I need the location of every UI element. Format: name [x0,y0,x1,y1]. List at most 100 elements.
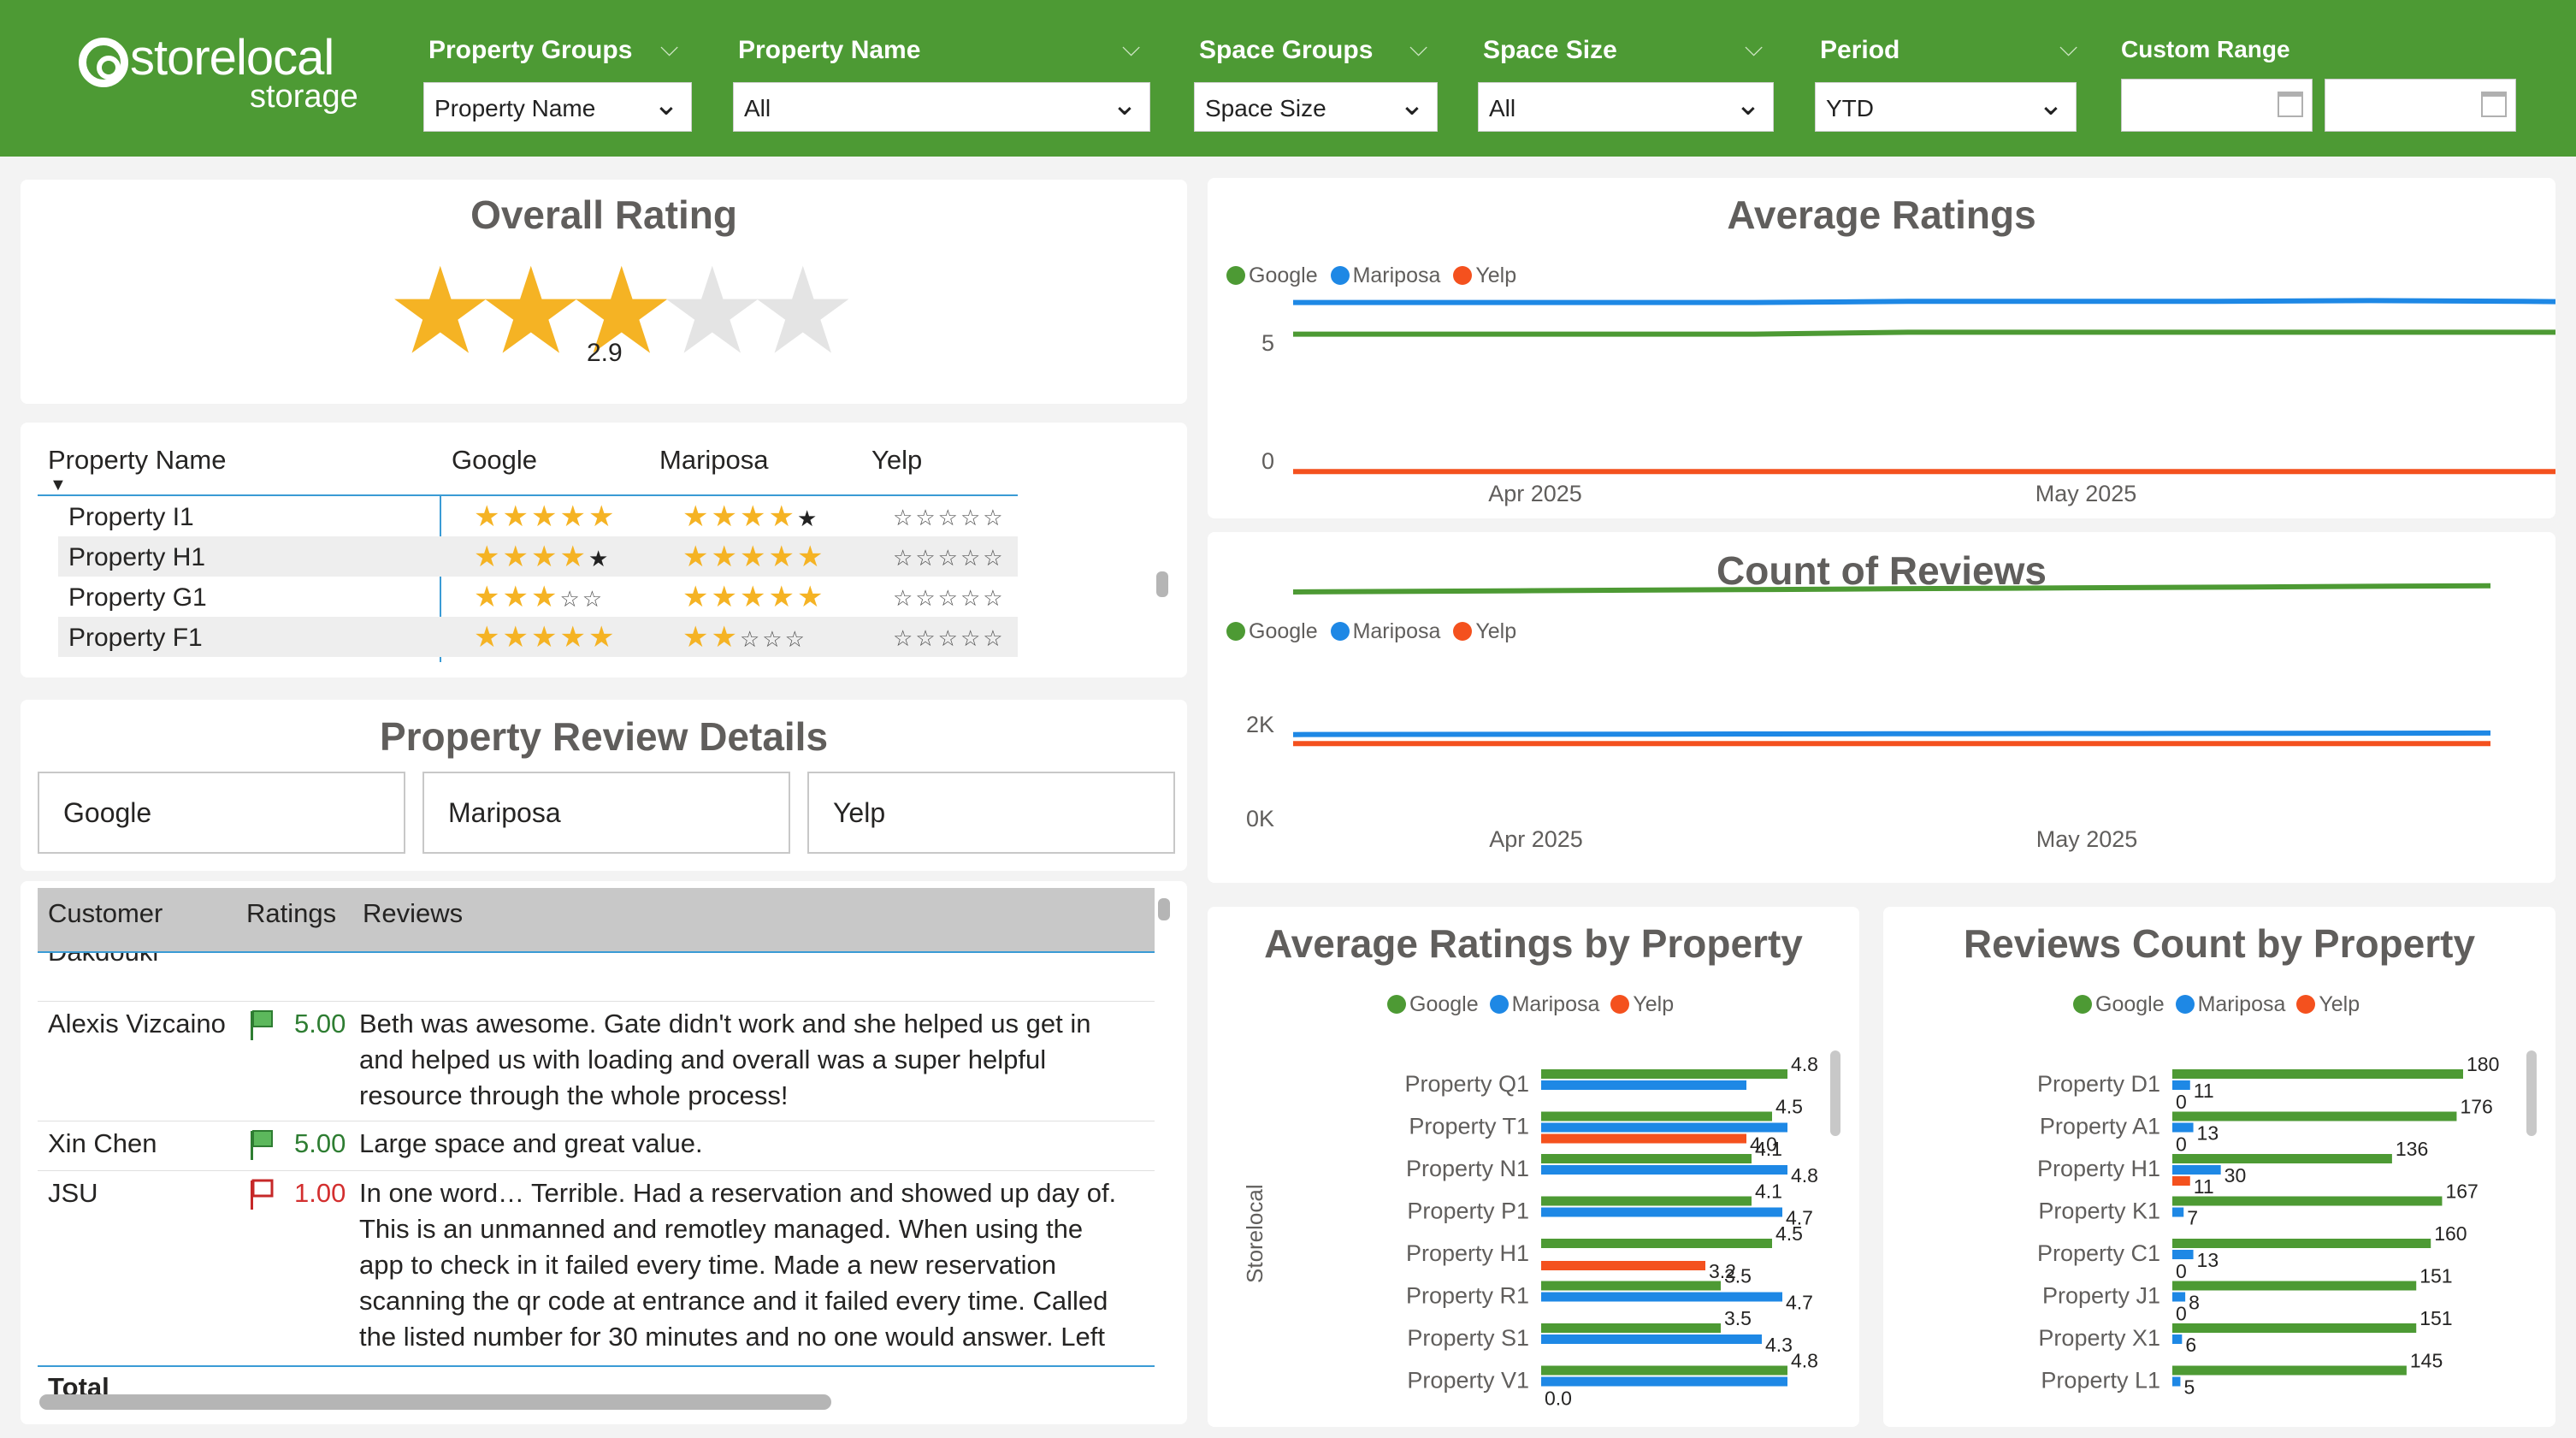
table-scrollbar[interactable] [1156,571,1168,597]
bar-mariposa[interactable] [2172,1080,2190,1090]
y-tick-label: 0 [1261,448,1274,474]
category-label: Property H1 [1406,1240,1529,1266]
column-header-google[interactable]: Google [452,445,537,476]
star-icon: ★ [530,541,560,573]
space-size-dropdown[interactable]: All ⌄ [1478,82,1774,132]
chevron-down-icon[interactable]: ⌵ [660,34,678,62]
review-text: Large space and great value. [359,1128,703,1158]
chevron-down-icon[interactable]: ⌵ [1745,34,1763,62]
star-outline-icon: ☆ [893,505,916,530]
review-grid: Customer Ratings Reviews Dakdouki Alexis… [21,881,1187,1424]
filter-label-property-name: Property Name [738,36,921,64]
chart-scrollbar[interactable] [2526,1050,2537,1136]
bar-google[interactable] [2172,1365,2407,1376]
chevron-down-icon[interactable]: ⌵ [1122,34,1140,62]
bar-mariposa[interactable] [2172,1207,2184,1217]
data-label: 145 [2410,1350,2443,1372]
column-header-yelp[interactable]: Yelp [871,445,922,476]
review-grid-body: Dakdouki Alexis Vizcaino 5.00 Beth was a… [38,953,1155,1367]
dropdown-value: Space Size [1205,95,1326,121]
data-label: 11 [2194,1080,2214,1102]
bar-yelp[interactable] [1541,1133,1746,1144]
column-header-property-name[interactable]: Property Name [48,445,226,476]
bar-mariposa[interactable] [2172,1334,2183,1344]
series-line-mariposa[interactable] [1293,298,2555,305]
source-button-google[interactable]: Google [38,772,405,854]
chevron-down-icon[interactable]: ⌵ [1409,34,1427,62]
bar-google[interactable] [2172,1111,2457,1121]
bar-google[interactable] [1541,1323,1721,1333]
bar-mariposa[interactable] [2172,1122,2194,1133]
column-header-mariposa[interactable]: Mariposa [659,445,769,476]
x-tick-label: Apr 2025 [1488,481,1582,506]
property-name-cell: Property G1 [68,583,207,612]
data-label: 3.5 [1724,1265,1752,1287]
column-header-customer[interactable]: Customer [48,898,162,929]
start-date-input[interactable] [2121,79,2313,132]
data-label: 4.5 [1775,1096,1803,1118]
bar-yelp[interactable] [1541,1261,1705,1270]
table-row[interactable]: Property G1 ★★★☆☆ ★★★★★ ☆☆☆☆☆ [58,577,1018,617]
star-rating-google: ★★★★★ [474,540,611,574]
table-row[interactable]: Property H1 ★★★★★ ★★★★★ ☆☆☆☆☆ [58,536,1018,577]
star-outline-icon: ☆ [784,626,807,652]
star-rating-google: ★★★★★ [474,500,617,534]
column-header-reviews[interactable]: Reviews [363,898,463,929]
reviews-count-by-property-chart: Reviews Count by Property Google Maripos… [1883,907,2555,1427]
bar-mariposa[interactable] [1541,1080,1746,1090]
bar-google[interactable] [2172,1069,2463,1079]
series-line-mariposa[interactable] [1292,730,2491,737]
bar-mariposa[interactable] [1541,1165,1787,1175]
column-header-ratings[interactable]: Ratings [246,898,336,929]
sort-descending-icon[interactable]: ▼ [50,476,67,495]
chart-scrollbar[interactable] [1830,1050,1840,1136]
bar-google[interactable] [2172,1196,2443,1206]
table-row[interactable]: Property I1 ★★★★★ ★★★★★ ☆☆☆☆☆ [58,496,1018,536]
property-name-dropdown[interactable]: All ⌄ [733,82,1150,132]
space-groups-dropdown[interactable]: Space Size ⌄ [1194,82,1438,132]
table-row[interactable]: Property F1 ★★★★★ ★★☆☆☆ ☆☆☆☆☆ [58,617,1018,657]
calendar-icon[interactable] [2278,92,2303,117]
bar-yelp[interactable] [2172,1176,2190,1186]
bar-mariposa[interactable] [2172,1165,2221,1175]
vertical-scrollbar[interactable] [1158,898,1170,920]
bar-google[interactable] [2172,1154,2392,1163]
bar-mariposa[interactable] [1541,1207,1782,1217]
source-button-yelp[interactable]: Yelp [807,772,1175,854]
series-line-google[interactable] [1292,583,2491,595]
source-button-mariposa[interactable]: Mariposa [422,772,790,854]
star-outline-icon: ☆ [915,625,938,651]
bar-google[interactable] [1541,1365,1787,1376]
calendar-icon[interactable] [2481,92,2507,117]
total-divider [38,1365,1155,1367]
bar-google[interactable] [1541,1281,1721,1291]
series-line-google[interactable] [1293,329,2555,337]
bar-google[interactable] [2172,1239,2431,1248]
bar-google[interactable] [1541,1239,1772,1248]
end-date-input[interactable] [2325,79,2516,132]
bar-google[interactable] [1541,1196,1752,1206]
bar-google[interactable] [1541,1154,1752,1163]
property-groups-dropdown[interactable]: Property Name ⌄ [423,82,692,132]
chevron-down-icon[interactable]: ⌵ [2059,34,2077,62]
bar-mariposa[interactable] [1541,1122,1787,1133]
bar-google[interactable] [1541,1069,1787,1079]
bar-mariposa[interactable] [2172,1376,2181,1387]
bar-mariposa[interactable] [1541,1292,1782,1302]
star-icon: ★ [474,621,503,654]
bar-mariposa[interactable] [1541,1334,1762,1344]
bar-mariposa[interactable] [2172,1250,2194,1259]
bar-google[interactable] [1541,1111,1772,1121]
star-outline-icon: ☆ [937,545,960,571]
bar-mariposa[interactable] [2172,1292,2186,1302]
data-label: 8 [2189,1292,2200,1314]
chevron-down-icon: ⌄ [1734,86,1761,121]
bar-mariposa[interactable] [1541,1376,1787,1387]
horizontal-scrollbar[interactable] [39,1394,831,1410]
period-dropdown[interactable]: YTD ⌄ [1815,82,2077,132]
bar-google[interactable] [2172,1323,2417,1333]
star-icon: ★ [502,541,531,573]
dropdown-value: YTD [1826,95,1874,121]
bar-google[interactable] [2172,1281,2417,1291]
rating-value: 5.00 [294,1128,346,1158]
